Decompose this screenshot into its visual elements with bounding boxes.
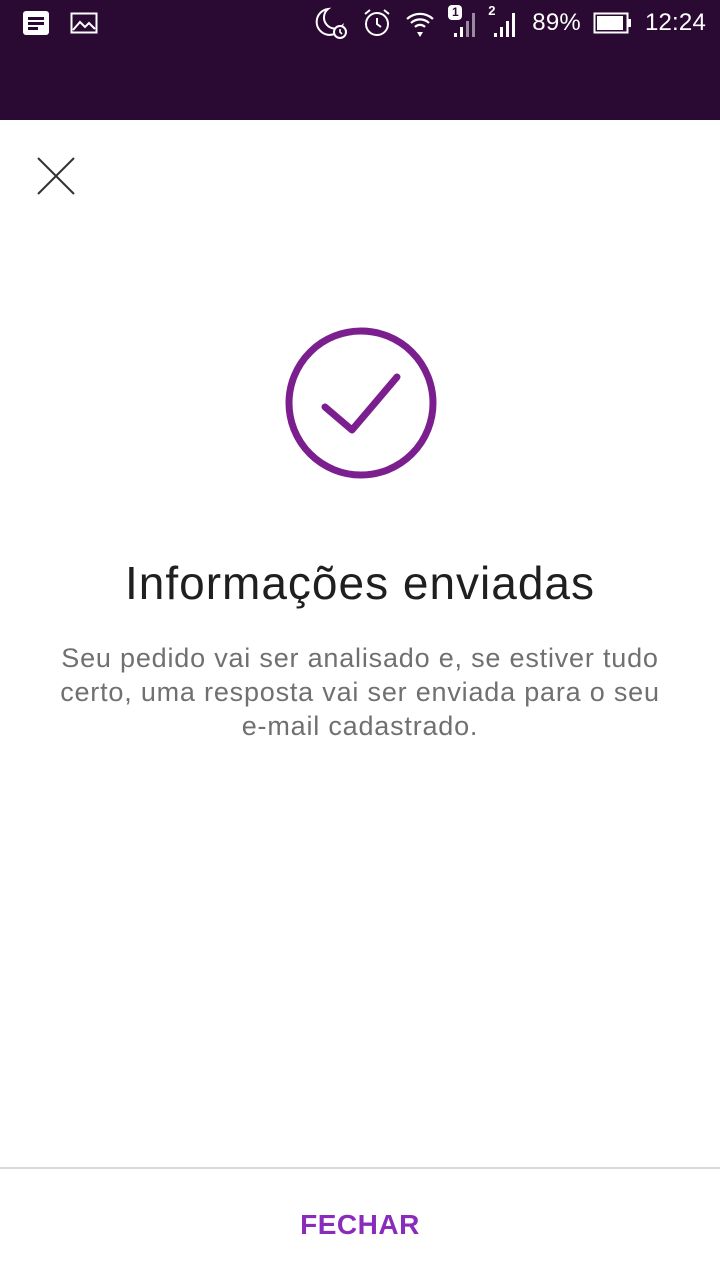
sim2-badge: 2 (488, 3, 496, 18)
close-button[interactable] (36, 156, 76, 196)
signal-sim2-icon: 2 (488, 3, 520, 39)
close-icon (37, 157, 75, 195)
night-alarm-icon (314, 6, 350, 40)
clock: 12:24 (644, 9, 706, 36)
status-bar: 1 2 89% 12:24 (0, 0, 720, 120)
battery-icon (593, 11, 633, 35)
page-title: Informações enviadas (124, 557, 596, 609)
image-icon (70, 11, 98, 35)
status-bar-notifications (22, 10, 98, 36)
notes-icon (22, 10, 50, 36)
battery-percent: 89% (532, 9, 581, 36)
close-action-button[interactable]: FECHAR (0, 1169, 720, 1280)
status-bar-system: 1 2 89% 12:24 (314, 3, 706, 40)
signal-sim1-icon: 1 (448, 5, 478, 39)
success-screen: 1 2 89% 12:24 Informações enviadas Seu p… (0, 0, 720, 1280)
sim1-badge: 1 (448, 5, 463, 20)
wifi-icon (404, 7, 436, 39)
confirmation-message: Seu pedido vai ser analisado e, se estiv… (60, 643, 660, 741)
alarm-clock-icon (362, 8, 392, 38)
check-circle-icon (285, 327, 437, 479)
